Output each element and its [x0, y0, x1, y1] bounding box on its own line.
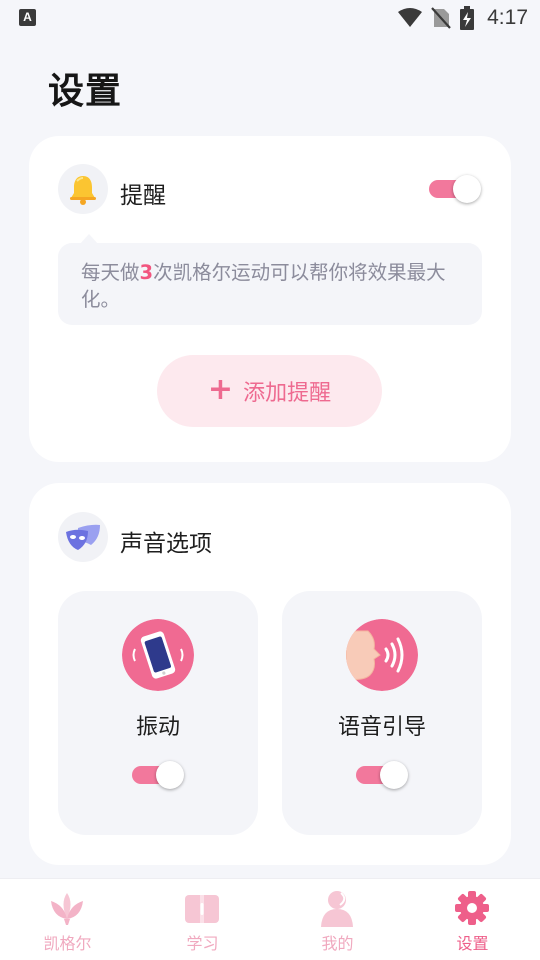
reminder-card: 提醒 每天做3次凯格尔运动可以帮你将效果最大化。 + 添加提醒: [29, 136, 511, 462]
voice-guide-toggle[interactable]: [356, 760, 408, 790]
nav-label-kegel: 凯格尔: [43, 934, 92, 953]
nav-item-settings[interactable]: 设置: [405, 879, 540, 960]
mask-icon: [66, 524, 100, 550]
battery-charging-icon: [460, 6, 475, 30]
vibration-icon: [122, 619, 194, 691]
lotus-icon: [51, 893, 83, 925]
status-bar: A 4:17: [0, 0, 540, 36]
vibration-toggle[interactable]: [132, 760, 184, 790]
nav-label-study: 学习: [186, 934, 219, 953]
book-icon: [185, 895, 219, 923]
nav-item-kegel[interactable]: 凯格尔: [0, 879, 135, 960]
add-reminder-button[interactable]: + 添加提醒: [157, 355, 382, 427]
nav-item-me[interactable]: 我的: [270, 879, 405, 960]
voice-guide-label: 语音引导: [337, 715, 426, 740]
no-sim-icon: [431, 7, 451, 29]
tip-count: 3: [139, 261, 154, 284]
voice-guide-option[interactable]: 语音引导: [282, 591, 482, 835]
tip-text-before: 每天做: [81, 261, 140, 284]
nav-label-me: 我的: [321, 934, 354, 953]
nav-label-settings: 设置: [456, 934, 489, 953]
notification-app-icon: A: [19, 9, 36, 26]
plus-icon: +: [207, 371, 234, 407]
reminder-title: 提醒: [120, 183, 166, 209]
reminder-tip: 每天做3次凯格尔运动可以帮你将效果最大化。: [58, 234, 482, 325]
bell-icon-container: [58, 164, 108, 214]
bell-icon: [70, 176, 96, 205]
sound-options-title: 声音选项: [120, 531, 212, 557]
mask-icon-container: [58, 512, 108, 562]
vibration-option[interactable]: 振动: [58, 591, 258, 835]
reminder-toggle[interactable]: [429, 174, 481, 204]
wifi-icon: [398, 8, 423, 27]
toggle-knob: [156, 761, 184, 789]
status-time: 4:17: [487, 6, 528, 29]
toggle-knob: [453, 175, 481, 203]
gear-icon: [455, 891, 489, 925]
status-icons: 4:17: [397, 4, 528, 32]
add-reminder-label: 添加提醒: [243, 381, 332, 406]
nav-item-study[interactable]: 学习: [135, 879, 270, 960]
page-title: 设置: [48, 71, 123, 112]
sound-options-card: 声音选项 振动 语音引导: [29, 483, 511, 865]
vibration-label: 振动: [135, 715, 180, 740]
voice-guide-icon: [346, 619, 418, 691]
bottom-nav: 凯格尔 学习 我的 设置: [0, 878, 540, 960]
person-icon: [321, 891, 353, 927]
toggle-knob: [380, 761, 408, 789]
